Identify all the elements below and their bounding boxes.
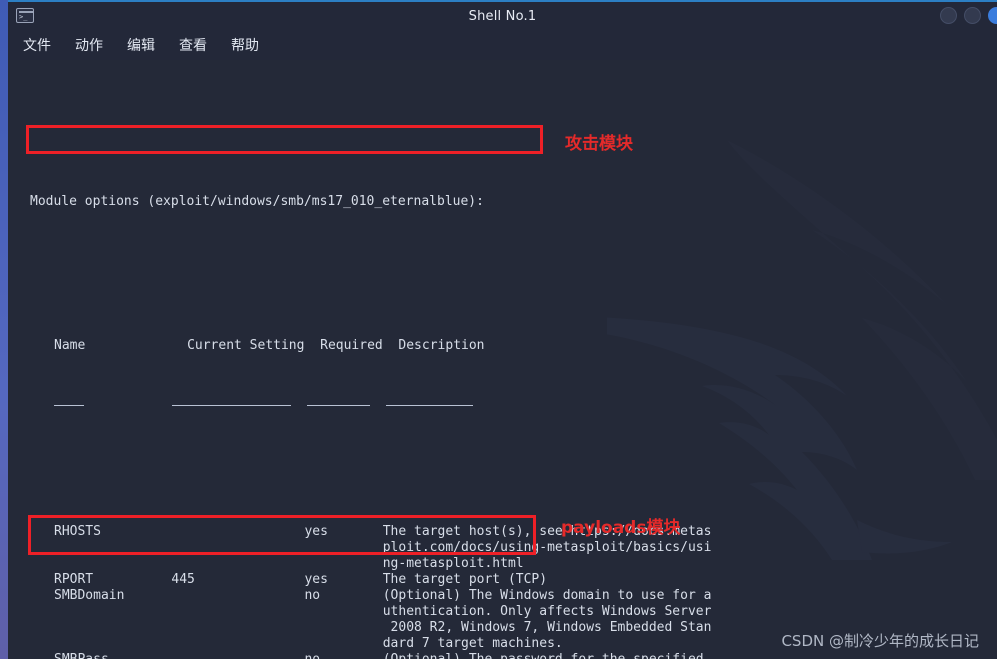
module-table-header-underlines [8, 402, 997, 412]
terminal-output-area[interactable]: 攻击模块 payloads模块 CSDN @制冷少年的成长日记 Module o… [8, 60, 997, 659]
option-row-continuation: ng-metasploit.html [54, 556, 524, 571]
col-header-description: Description [398, 338, 485, 353]
menu-actions[interactable]: 动作 [72, 33, 106, 57]
maximize-button[interactable] [964, 7, 981, 24]
module-options-header: Module options (exploit/windows/smb/ms17… [30, 194, 484, 209]
col-gap [85, 338, 187, 353]
terminal-icon [16, 8, 34, 23]
table-row: RHOSTS yes The target host(s), see https… [8, 524, 997, 572]
option-row-line: RPORT 445 yes The target port (TCP) [54, 572, 548, 587]
window-controls [940, 7, 997, 24]
menu-edit[interactable]: 编辑 [124, 33, 158, 57]
module-annotation-label: 攻击模块 [565, 134, 633, 154]
option-row-line: SMBPass no (Optional) The password for t… [8, 652, 997, 659]
option-row-continuation: uthentication. Only affects Windows Serv… [54, 604, 712, 619]
underline-current-setting [172, 405, 291, 406]
col-header-current-setting: Current Setting [187, 338, 305, 353]
payload-annotation-label: payloads模块 [561, 518, 681, 538]
table-row: RPORT 445 yes The target port (TCP) [8, 572, 997, 588]
table-row: SMBPass no (Optional) The password for t… [8, 652, 997, 659]
col-header-name: Name [54, 338, 86, 353]
menu-help[interactable]: 帮助 [228, 33, 262, 57]
csdn-watermark: CSDN @制冷少年的成长日记 [781, 632, 979, 650]
option-row-line: SMBDomain no (Optional) The Windows doma… [54, 588, 712, 603]
col-header-required: Required [320, 338, 383, 353]
underline-name [54, 405, 84, 406]
option-row-line: RHOSTS yes The target host(s), see https… [54, 524, 712, 539]
option-row-continuation: ploit.com/docs/using-metasploit/basics/u… [54, 540, 712, 555]
menubar: 文件 动作 编辑 查看 帮助 [8, 30, 997, 60]
terminal-text: Module options (exploit/windows/smb/ms17… [8, 60, 997, 659]
window-titlebar[interactable]: Shell No.1 [8, 0, 997, 30]
col-gap [383, 338, 399, 353]
window-title: Shell No.1 [468, 8, 537, 24]
underline-description [386, 405, 473, 406]
close-button[interactable] [988, 7, 997, 24]
underline-required [307, 405, 370, 406]
desktop-background: Shell No.1 文件 动作 编辑 查看 帮助 [0, 0, 997, 659]
terminal-window: Shell No.1 文件 动作 编辑 查看 帮助 [8, 0, 997, 659]
menu-file[interactable]: 文件 [20, 33, 54, 57]
col-gap [304, 338, 320, 353]
minimize-button[interactable] [940, 7, 957, 24]
module-table-header-row: Name Current Setting Required Descriptio… [8, 338, 997, 354]
menu-view[interactable]: 查看 [176, 33, 210, 57]
